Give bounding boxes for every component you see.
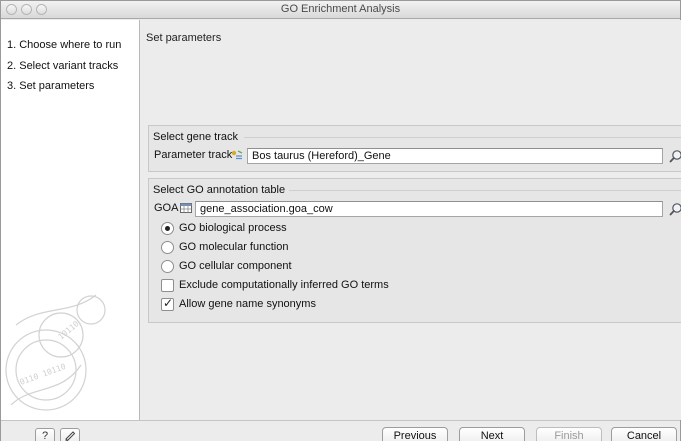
option-label: Allow gene name synonyms (179, 298, 316, 310)
table-icon (180, 203, 192, 213)
go-annotation-group: Select GO annotation table GOA gene_asso… (148, 178, 681, 323)
wizard-steps-sidebar: 1. Choose where to run 2. Select variant… (1, 20, 140, 420)
option-label: Exclude computationally inferred GO term… (179, 279, 389, 291)
checkbox[interactable] (161, 279, 174, 292)
help-button[interactable]: ? (35, 428, 55, 441)
browse-gene-track-icon[interactable] (668, 148, 681, 164)
finish-button[interactable]: Finish (536, 427, 602, 441)
next-button[interactable]: Next (459, 427, 525, 441)
radio-button[interactable] (161, 222, 174, 235)
step-set-parameters[interactable]: 3. Set parameters (7, 80, 94, 92)
gene-track-icon (231, 150, 243, 160)
parameter-track-label: Parameter track (154, 149, 233, 161)
previous-button[interactable]: Previous (382, 427, 448, 441)
step-choose-where-to-run[interactable]: 1. Choose where to run (7, 39, 121, 51)
dialog-window: GO Enrichment Analysis 1. Choose where t… (0, 0, 681, 441)
parameter-track-field[interactable]: Bos taurus (Hereford)_Gene (247, 148, 663, 164)
decorative-swirl-logo: 0110 10110 10110 (5, 294, 106, 411)
reset-button[interactable] (60, 428, 80, 441)
radio-button[interactable] (161, 260, 174, 273)
parameters-panel: Set parameters Select gene track Paramet… (141, 20, 681, 420)
group-divider (289, 190, 681, 191)
option-label: GO molecular function (179, 241, 289, 253)
gene-track-group: Select gene track Parameter track Bos ta… (148, 125, 681, 172)
go-annotation-legend: Select GO annotation table (153, 184, 289, 196)
checkbox[interactable] (161, 296, 174, 311)
browse-goa-icon[interactable] (668, 201, 681, 217)
goa-label: GOA (154, 202, 179, 214)
gene-track-legend: Select gene track (153, 131, 241, 143)
reset-icon (65, 431, 76, 441)
title-bar: GO Enrichment Analysis (1, 1, 680, 19)
option-label: GO biological process (179, 222, 287, 234)
window-title: GO Enrichment Analysis (280, 3, 401, 15)
group-divider (244, 137, 681, 138)
radio-button[interactable] (161, 241, 174, 254)
section-title: Set parameters (146, 32, 222, 44)
option-label: GO cellular component (179, 260, 292, 272)
wizard-button-bar: ? Previous Next Finish Cancel (1, 420, 680, 441)
svg-text:10110: 10110 (57, 319, 81, 341)
cancel-button[interactable]: Cancel (611, 427, 677, 441)
goa-field[interactable]: gene_association.goa_cow (195, 201, 663, 217)
step-select-variant-tracks[interactable]: 2. Select variant tracks (7, 60, 118, 72)
